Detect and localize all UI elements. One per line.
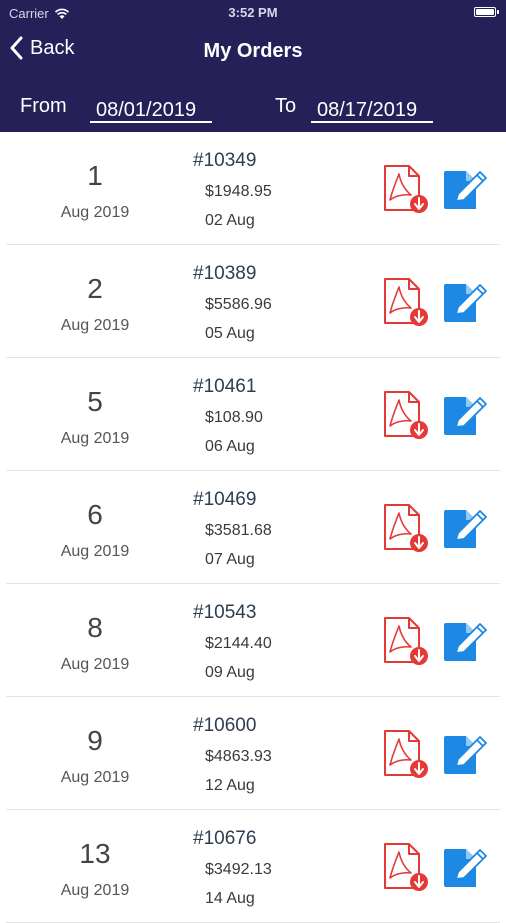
edit-order-button[interactable] (442, 169, 488, 211)
from-label: From (20, 95, 67, 117)
edit-order-button[interactable] (442, 282, 488, 324)
pdf-download-button[interactable] (383, 390, 429, 440)
order-date: 02 Aug (205, 212, 255, 229)
order-day: 6 (87, 499, 103, 530)
header: Carrier 3:52 PM Back My Orders From 08/0… (0, 0, 506, 132)
edit-document-icon (444, 397, 487, 435)
order-number: #10676 (193, 828, 257, 849)
order-amount: $5586.96 (205, 296, 272, 313)
order-month-year: Aug 2019 (60, 204, 130, 221)
order-list: 1 Aug 2019 #10349 $1948.95 02 Aug 2 Aug … (0, 132, 506, 923)
order-month-year: Aug 2019 (60, 317, 130, 334)
order-day: 5 (87, 386, 103, 417)
edit-order-button[interactable] (442, 847, 488, 889)
order-amount: $4863.93 (205, 748, 272, 765)
status-bar: Carrier 3:52 PM (0, 0, 506, 26)
order-date: 07 Aug (205, 551, 255, 568)
pdf-download-icon (384, 843, 428, 891)
order-month-year: Aug 2019 (60, 882, 130, 899)
pdf-download-icon (384, 278, 428, 326)
order-day: 8 (87, 612, 103, 643)
pdf-download-icon (384, 617, 428, 665)
edit-document-icon (444, 623, 487, 661)
pdf-download-button[interactable] (383, 729, 429, 779)
from-date-field[interactable]: 08/01/2019 (90, 97, 212, 123)
order-row[interactable]: 8 Aug 2019 #10543 $2144.40 09 Aug (0, 584, 506, 697)
order-date: 12 Aug (205, 777, 255, 794)
pdf-download-button[interactable] (383, 503, 429, 553)
order-number: #10469 (193, 489, 257, 510)
order-row[interactable]: 13 Aug 2019 #10676 $3492.13 14 Aug (0, 810, 506, 923)
edit-document-icon (444, 284, 487, 322)
pdf-download-icon (384, 165, 428, 213)
order-day: 13 (79, 838, 111, 869)
order-month-year: Aug 2019 (60, 430, 130, 447)
edit-document-icon (444, 849, 487, 887)
edit-document-icon (444, 510, 487, 548)
status-time: 3:52 PM (228, 5, 278, 20)
order-row[interactable]: 2 Aug 2019 #10389 $5586.96 05 Aug (0, 245, 506, 358)
order-day: 2 (87, 273, 103, 304)
order-amount: $2144.40 (205, 635, 272, 652)
order-number: #10349 (193, 150, 257, 171)
pdf-download-icon (384, 730, 428, 778)
edit-document-icon (444, 736, 487, 774)
order-date: 05 Aug (205, 325, 255, 342)
order-day: 9 (87, 725, 103, 756)
order-number: #10600 (193, 715, 257, 736)
order-row[interactable]: 9 Aug 2019 #10600 $4863.93 12 Aug (0, 697, 506, 810)
order-month-year: Aug 2019 (60, 543, 130, 560)
edit-order-button[interactable] (442, 508, 488, 550)
pdf-download-button[interactable] (383, 842, 429, 892)
order-row[interactable]: 6 Aug 2019 #10469 $3581.68 07 Aug (0, 471, 506, 584)
page-title: My Orders (203, 40, 303, 62)
order-date: 09 Aug (205, 664, 255, 681)
order-date: 06 Aug (205, 438, 255, 455)
order-amount: $1948.95 (205, 183, 272, 200)
edit-order-button[interactable] (442, 734, 488, 776)
order-number: #10389 (193, 263, 257, 284)
edit-order-button[interactable] (442, 395, 488, 437)
edit-document-icon (444, 171, 487, 209)
order-amount: $3581.68 (205, 522, 272, 539)
order-row[interactable]: 1 Aug 2019 #10349 $1948.95 02 Aug (0, 132, 506, 245)
order-month-year: Aug 2019 (60, 656, 130, 673)
battery-tip (497, 10, 499, 14)
pdf-download-icon (384, 391, 428, 439)
order-row[interactable]: 5 Aug 2019 #10461 $108.90 06 Aug (0, 358, 506, 471)
order-day: 1 (87, 160, 103, 191)
to-label: To (275, 95, 297, 117)
pdf-download-button[interactable] (383, 164, 429, 214)
order-date: 14 Aug (205, 890, 255, 907)
pdf-download-button[interactable] (383, 616, 429, 666)
order-amount: $108.90 (205, 409, 263, 426)
order-number: #10543 (193, 602, 257, 623)
order-amount: $3492.13 (205, 861, 272, 878)
pdf-download-icon (384, 504, 428, 552)
edit-order-button[interactable] (442, 621, 488, 663)
pdf-download-button[interactable] (383, 277, 429, 327)
order-number: #10461 (193, 376, 257, 397)
to-date-field[interactable]: 08/17/2019 (311, 97, 433, 123)
order-month-year: Aug 2019 (60, 769, 130, 786)
battery-icon (474, 7, 496, 17)
